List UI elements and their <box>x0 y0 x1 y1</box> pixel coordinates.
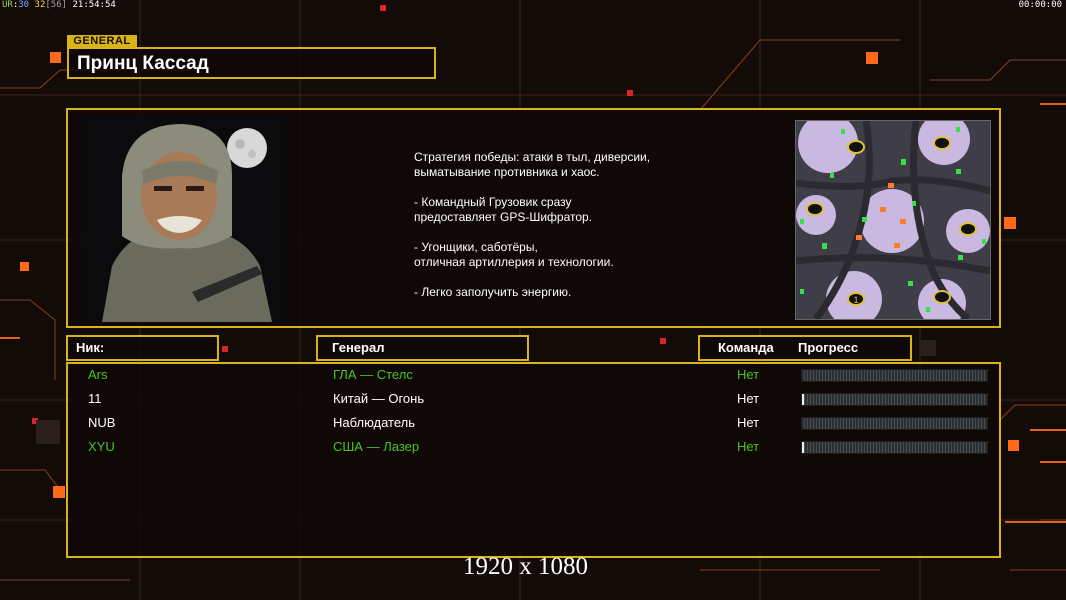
player-row[interactable]: Ars ГЛА — Стелс Нет <box>68 365 999 389</box>
player-team: Нет <box>737 415 760 430</box>
map-start-marker: 1 <box>853 295 858 305</box>
fps-label: UR <box>2 0 13 10</box>
column-header-general: Генерал <box>316 335 529 361</box>
player-general: Наблюдатель <box>333 415 416 430</box>
fps-readout: UR:30 32[56] 21:54:54 <box>2 0 116 10</box>
progress-bar <box>801 441 988 454</box>
fps-value-1: 30 <box>18 0 30 10</box>
player-row[interactable]: XYU США — Лазер Нет <box>68 437 999 461</box>
progress-fill <box>802 394 804 405</box>
progress-bar <box>801 393 988 406</box>
player-team: Нет <box>737 367 760 382</box>
general-portrait <box>82 116 285 322</box>
general-tag: GENERAL <box>67 35 137 47</box>
player-nick: NUB <box>88 415 116 430</box>
column-header-nick: Ник: <box>66 335 219 361</box>
player-team: Нет <box>737 439 760 454</box>
progress-fill <box>802 442 804 453</box>
resolution-label: 1920 x 1080 <box>463 553 588 580</box>
player-row[interactable]: NUB Наблюдатель Нет <box>68 413 999 437</box>
player-general: Китай — Огонь <box>333 391 425 406</box>
player-row[interactable]: 11 Китай — Огонь Нет <box>68 389 999 413</box>
column-header-team: Команда <box>718 340 774 355</box>
player-nick: 11 <box>88 391 102 406</box>
map-preview[interactable]: 1 <box>795 120 991 320</box>
progress-bar <box>801 417 988 430</box>
game-timer: 00:00:00 <box>1018 0 1062 10</box>
general-description: Стратегия победы: атаки в тыл, диверсии,… <box>414 150 651 299</box>
progress-bar <box>801 369 988 382</box>
column-header-progress: Прогресс <box>798 340 859 355</box>
general-info-panel: Стратегия победы: атаки в тыл, диверсии,… <box>66 108 1001 328</box>
player-list: Ars ГЛА — Стелс Нет 11 Китай — Огонь Нет… <box>66 362 1001 558</box>
player-general: США — Лазер <box>333 439 420 454</box>
fps-value-2: 32 <box>34 0 46 10</box>
general-title-frame: Принц Кассад <box>67 47 436 79</box>
player-general: ГЛА — Стелс <box>333 367 413 382</box>
fps-value-3: [56] <box>45 0 68 10</box>
player-nick: Ars <box>88 367 108 382</box>
column-header-team-progress: Команда Прогресс <box>698 335 912 361</box>
clock: 21:54:54 <box>72 0 116 10</box>
player-team: Нет <box>737 391 760 406</box>
player-nick: XYU <box>88 439 115 454</box>
general-name: Принц Кассад <box>77 53 209 74</box>
